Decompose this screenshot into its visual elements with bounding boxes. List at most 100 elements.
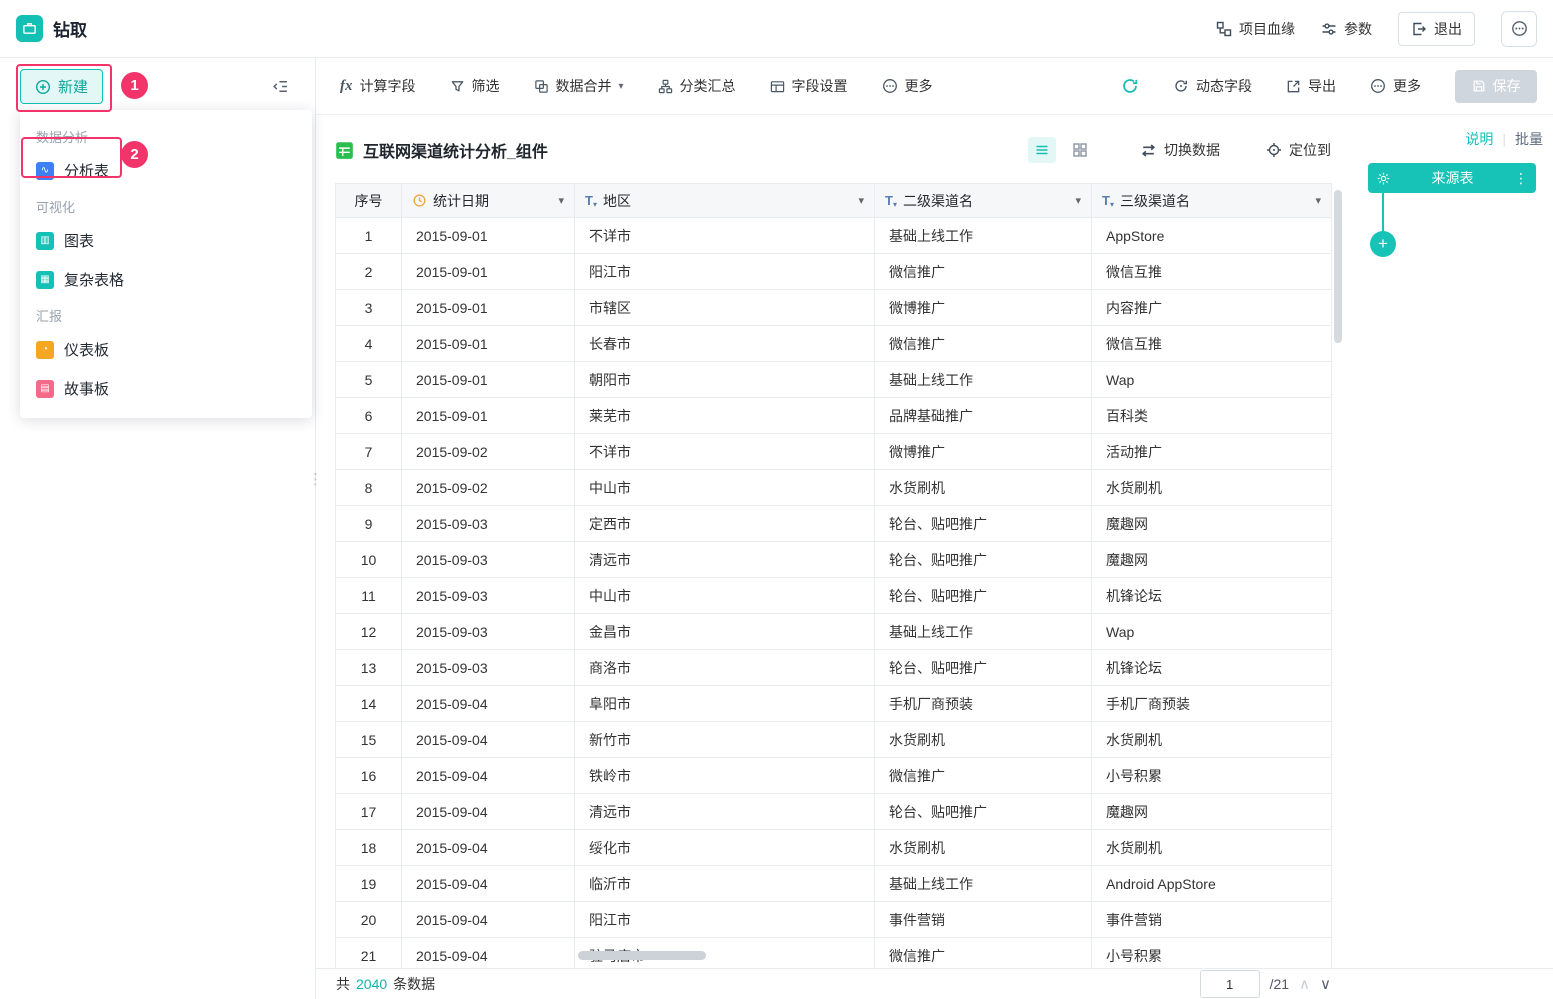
table-row[interactable]: 1 2015-09-01 不详市 基础上线工作 AppStore (335, 217, 1332, 254)
table-row[interactable]: 3 2015-09-01 市辖区 微博推广 内容推广 (335, 289, 1332, 326)
table-row[interactable]: 19 2015-09-04 临沂市 基础上线工作 Android AppStor… (335, 865, 1332, 902)
note-link[interactable]: 说明 (1465, 129, 1493, 149)
table-row[interactable]: 5 2015-09-01 朝阳市 基础上线工作 Wap (335, 361, 1332, 398)
export-icon (1286, 79, 1301, 94)
vertical-scrollbar-thumb[interactable] (1334, 190, 1342, 343)
export-label: 导出 (1308, 78, 1336, 94)
table-row[interactable]: 16 2015-09-04 铁岭市 微信推广 小号积累 (335, 757, 1332, 794)
table-row[interactable]: 11 2015-09-03 中山市 轮台、贴吧推广 机锋论坛 (335, 577, 1332, 614)
classify-summary-button[interactable]: 分类汇总 (658, 76, 736, 96)
exit-button[interactable]: 退出 (1398, 11, 1475, 46)
cell-date: 2015-09-03 (401, 505, 575, 542)
annotation-step-badge-2: 2 (121, 141, 148, 168)
cell-channel3: 小号积累 (1091, 757, 1332, 794)
locate-button[interactable]: 定位到 (1266, 140, 1331, 160)
plus-circle-icon (35, 79, 51, 95)
source-table-node[interactable]: 来源表 ⋮ (1368, 163, 1536, 193)
column-header-channel3[interactable]: T▾ 三级渠道名 ▾ (1091, 183, 1332, 218)
field-settings-button[interactable]: 字段设置 (770, 76, 848, 96)
calc-field-button[interactable]: fx 计算字段 (340, 76, 416, 96)
table-row[interactable]: 9 2015-09-03 定西市 轮台、贴吧推广 魔趣网 (335, 505, 1332, 542)
column-header-region[interactable]: T▾ 地区 ▾ (574, 183, 875, 218)
save-button[interactable]: 保存 (1455, 69, 1537, 103)
page-input[interactable] (1199, 970, 1260, 998)
refresh-icon[interactable] (1121, 77, 1139, 95)
table-row[interactable]: 12 2015-09-03 金昌市 基础上线工作 Wap (335, 613, 1332, 650)
grid-view-toggle[interactable] (1066, 137, 1094, 163)
table-row[interactable]: 8 2015-09-02 中山市 水货刷机 水货刷机 (335, 469, 1332, 506)
menu-item-storyboard[interactable]: ▤ 故事板 (20, 369, 312, 408)
more-left-button[interactable]: 更多 (882, 76, 933, 96)
chevron-down-icon[interactable]: ▾ (858, 194, 864, 207)
data-merge-button[interactable]: 数据合并 ▾ (534, 76, 624, 96)
cell-index: 5 (335, 361, 402, 398)
column-label: 序号 (354, 192, 383, 209)
cell-date: 2015-09-01 (401, 325, 575, 362)
data-table-wrap: 序号 统计日期 ▾ T▾ 地区 ▾ T▾ 二级渠道名 ▾ T▾ 三级渠道名 ▾ … (335, 183, 1332, 968)
project-lineage-button[interactable]: 项目血缘 (1216, 19, 1295, 39)
export-button[interactable]: 导出 (1286, 76, 1336, 96)
menu-item-analysis-table[interactable]: ∿ 分析表 (20, 151, 312, 190)
cell-date: 2015-09-03 (401, 577, 575, 614)
more-right-label: 更多 (1393, 78, 1421, 94)
table-row[interactable]: 10 2015-09-03 清远市 轮台、贴吧推广 魔趣网 (335, 541, 1332, 578)
menu-item-complex-table[interactable]: ▦ 复杂表格 (20, 260, 312, 299)
page-up-icon[interactable]: ∧ (1299, 975, 1310, 993)
cell-channel3: Android AppStore (1091, 865, 1332, 902)
table-row[interactable]: 15 2015-09-04 新竹市 水货刷机 水货刷机 (335, 721, 1332, 758)
app-logo-icon (16, 15, 43, 42)
table-row[interactable]: 17 2015-09-04 清远市 轮台、贴吧推广 魔趣网 (335, 793, 1332, 830)
more-right-button[interactable]: 更多 (1370, 76, 1421, 96)
add-node-button[interactable]: + (1370, 231, 1396, 257)
params-button[interactable]: 参数 (1321, 19, 1372, 39)
table-row[interactable]: 20 2015-09-04 阳江市 事件营销 事件营销 (335, 901, 1332, 938)
batch-link[interactable]: 批量 (1515, 129, 1543, 149)
cell-date: 2015-09-03 (401, 649, 575, 686)
column-header-index[interactable]: 序号 (335, 183, 402, 218)
table-row[interactable]: 14 2015-09-04 阜阳市 手机厂商预装 手机厂商预装 (335, 685, 1332, 722)
chevron-down-icon: ▾ (618, 80, 624, 92)
top-actions: 项目血缘 参数 退出 (1216, 10, 1537, 47)
table-view-toggle[interactable] (1028, 137, 1056, 163)
cell-channel2: 基础上线工作 (874, 361, 1092, 398)
more-options-button[interactable] (1501, 10, 1537, 47)
panel-resize-handle[interactable]: ⋮ (308, 470, 323, 488)
cell-channel3: 内容推广 (1091, 289, 1332, 326)
ellipsis-circle-icon (1511, 20, 1528, 37)
collapse-sidebar-icon[interactable] (272, 78, 289, 95)
table-row[interactable]: 6 2015-09-01 莱芜市 品牌基础推广 百科类 (335, 397, 1332, 434)
column-label: 统计日期 (433, 192, 489, 209)
divider: | (1502, 131, 1506, 147)
toolbar-right-group: 动态字段 导出 更多 保存 (1121, 69, 1537, 103)
table-row[interactable]: 21 2015-09-04 驻马店市 微信推广 小号积累 (335, 937, 1332, 968)
cell-index: 10 (335, 541, 402, 578)
calc-field-label: 计算字段 (359, 78, 416, 94)
table-row[interactable]: 7 2015-09-02 不详市 微博推广 活动推广 (335, 433, 1332, 470)
column-header-date[interactable]: 统计日期 ▾ (401, 183, 575, 218)
switch-data-button[interactable]: 切换数据 (1140, 140, 1220, 160)
table-row[interactable]: 2 2015-09-01 阳江市 微信推广 微信互推 (335, 253, 1332, 290)
filter-button[interactable]: 筛选 (450, 76, 500, 96)
chevron-down-icon[interactable]: ▾ (558, 194, 564, 207)
cell-index: 11 (335, 577, 402, 614)
menu-item-dashboard[interactable]: ◔ 仪表板 (20, 330, 312, 369)
column-header-channel2[interactable]: T▾ 二级渠道名 ▾ (874, 183, 1092, 218)
cell-index: 20 (335, 901, 402, 938)
page-down-icon[interactable]: ∨ (1320, 975, 1331, 993)
text-filter-icon: T▾ (1102, 192, 1114, 209)
more-vertical-icon[interactable]: ⋮ (1514, 170, 1528, 187)
table-row[interactable]: 4 2015-09-01 长春市 微信推广 微信互推 (335, 325, 1332, 362)
new-button[interactable]: 新建 (20, 69, 104, 104)
table-row[interactable]: 18 2015-09-04 绥化市 水货刷机 水货刷机 (335, 829, 1332, 866)
data-table: 序号 统计日期 ▾ T▾ 地区 ▾ T▾ 二级渠道名 ▾ T▾ 三级渠道名 ▾ … (335, 183, 1332, 968)
save-icon (1472, 79, 1486, 93)
dynamic-field-button[interactable]: 动态字段 (1173, 76, 1252, 96)
cell-date: 2015-09-01 (401, 253, 575, 290)
horizontal-scrollbar-thumb[interactable] (578, 951, 706, 960)
chevron-down-icon[interactable]: ▾ (1075, 194, 1081, 207)
table-row[interactable]: 13 2015-09-03 商洛市 轮台、贴吧推广 机锋论坛 (335, 649, 1332, 686)
component-title: 互联网渠道统计分析_组件 (363, 144, 548, 161)
menu-item-chart[interactable]: ▥ 图表 (20, 221, 312, 260)
chevron-down-icon[interactable]: ▾ (1315, 194, 1321, 207)
cell-date: 2015-09-03 (401, 541, 575, 578)
